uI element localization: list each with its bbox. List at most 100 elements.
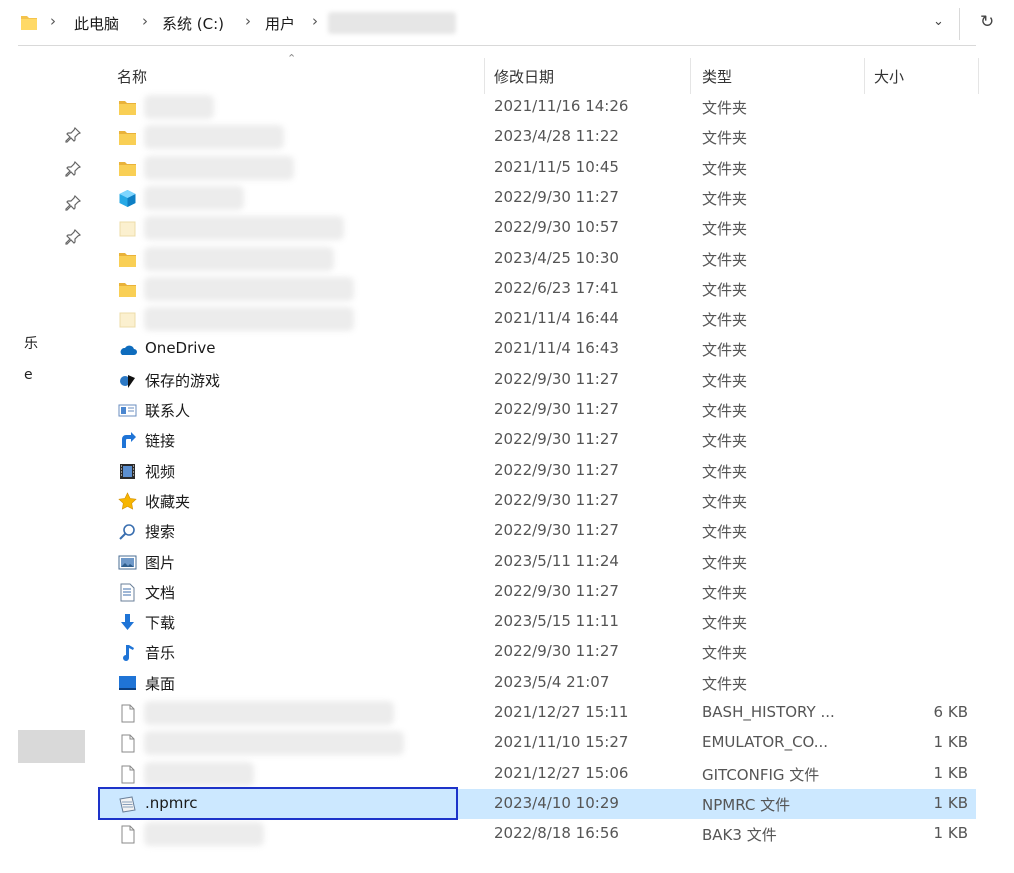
file-modified-date: 2023/4/28 11:22	[494, 127, 619, 146]
folder-icon	[118, 280, 137, 299]
file-type: 文件夹	[702, 189, 748, 208]
3d-objects-icon	[118, 189, 137, 208]
file-name[interactable]: 图片	[145, 552, 175, 573]
file-modified-date: 2023/5/11 11:24	[494, 551, 619, 570]
redacted-name	[144, 246, 334, 271]
file-modified-date: 2021/11/16 14:26	[494, 97, 629, 115]
file-row[interactable]: 2021/11/4 16:44 文件夹	[98, 304, 976, 334]
file-row[interactable]: 文档 2022/9/30 11:27 文件夹	[98, 577, 976, 607]
file-type: 文件夹	[702, 674, 748, 693]
breadcrumb-separator: ›	[50, 12, 56, 30]
redacted-name	[144, 185, 244, 210]
file-name[interactable]: 保存的游戏	[145, 370, 220, 391]
pin-icon	[65, 126, 82, 143]
redacted-name	[144, 822, 264, 847]
file-type: EMULATOR_CO...	[702, 733, 829, 752]
file-row[interactable]: 桌面 2023/5/4 21:07 文件夹	[98, 668, 976, 698]
file-name[interactable]: 文档	[145, 582, 175, 603]
column-header-type[interactable]: 类型	[702, 66, 732, 87]
file-row[interactable]: 搜索 2022/9/30 11:27 文件夹	[98, 516, 976, 546]
file-row[interactable]: 音乐 2022/9/30 11:27 文件夹	[98, 637, 976, 667]
file-modified-date: 2022/9/30 11:27	[494, 490, 619, 509]
folder-icon	[118, 128, 137, 147]
file-modified-date: 2022/9/30 11:27	[494, 642, 619, 661]
file-type: 文件夹	[702, 220, 748, 239]
file-type: 文件夹	[702, 614, 748, 633]
column-divider[interactable]	[690, 58, 691, 94]
folder-icon	[118, 159, 137, 178]
file-icon	[118, 825, 137, 844]
nav-selected-item[interactable]	[18, 730, 85, 763]
redacted-name	[144, 731, 404, 756]
file-row[interactable]: 下载 2023/5/15 11:11 文件夹	[98, 607, 976, 637]
file-name[interactable]: 音乐	[145, 642, 175, 663]
focus-rectangle	[98, 787, 458, 820]
file-row[interactable]: 2023/4/28 11:22 文件夹	[98, 122, 976, 152]
column-divider[interactable]	[484, 58, 485, 94]
file-modified-date: 2022/9/30 11:27	[494, 460, 619, 479]
file-type: 文件夹	[702, 311, 748, 330]
file-row[interactable]: 2022/8/18 16:56 BAK3 文件 1 KB	[98, 819, 976, 849]
folder-icon	[21, 16, 37, 30]
music-icon	[118, 643, 137, 662]
file-row[interactable]: 2021/11/16 14:26 文件夹	[98, 92, 976, 122]
file-row[interactable]: 保存的游戏 2022/9/30 11:27 文件夹	[98, 365, 976, 395]
column-divider[interactable]	[978, 58, 979, 94]
file-icon	[118, 765, 137, 784]
file-modified-date: 2023/5/15 11:11	[494, 612, 619, 631]
onedrive-icon	[118, 340, 137, 359]
file-row[interactable]: 2023/4/25 10:30 文件夹	[98, 244, 976, 274]
redacted-name	[144, 125, 284, 150]
file-row[interactable]: 收藏夹 2022/9/30 11:27 文件夹	[98, 486, 976, 516]
file-name[interactable]: 下载	[145, 612, 175, 633]
file-size: 1 KB	[933, 824, 968, 843]
sort-ascending-icon: ⌃	[287, 52, 297, 65]
file-name[interactable]: 联系人	[145, 400, 190, 421]
breadcrumb-system-c[interactable]: 系统 (C:)	[162, 13, 224, 34]
file-row[interactable]: 图片 2023/5/11 11:24 文件夹	[98, 547, 976, 577]
file-size: 1 KB	[933, 793, 968, 812]
file-modified-date: 2022/6/23 17:41	[494, 278, 619, 297]
chevron-down-icon[interactable]: ⌄	[933, 14, 944, 29]
file-row[interactable]: 链接 2022/9/30 11:27 文件夹	[98, 425, 976, 455]
file-name[interactable]: 链接	[145, 430, 175, 451]
file-name[interactable]: 视频	[145, 461, 175, 482]
breadcrumb-redacted-user[interactable]	[328, 12, 456, 34]
address-bar[interactable]: › 此电脑 › 系统 (C:) › 用户 › ⌄ ↻	[0, 0, 1014, 48]
file-row[interactable]: 2022/6/23 17:41 文件夹	[98, 274, 976, 304]
nav-fragment[interactable]: 乐	[24, 333, 38, 353]
column-divider[interactable]	[864, 58, 865, 94]
nav-fragment[interactable]: e	[24, 367, 33, 383]
file-name[interactable]: 搜索	[145, 521, 175, 542]
file-modified-date: 2021/11/4 16:44	[494, 309, 619, 328]
file-modified-date: 2022/9/30 11:27	[494, 400, 619, 418]
file-type: 文件夹	[702, 492, 748, 511]
desktop-icon	[118, 674, 137, 693]
file-type: 文件夹	[702, 462, 748, 481]
file-modified-date: 2021/11/4 16:43	[494, 339, 619, 358]
column-header-modified[interactable]: 修改日期	[494, 66, 554, 87]
column-header-size[interactable]: 大小	[874, 66, 904, 87]
redacted-name	[144, 276, 354, 301]
file-row[interactable]: 2022/9/30 10:57 文件夹	[98, 213, 976, 243]
file-type: 文件夹	[702, 432, 748, 451]
file-row[interactable]: 2021/12/27 15:11 BASH_HISTORY ... 6 KB	[98, 698, 976, 728]
file-size: 6 KB	[933, 703, 968, 721]
file-row[interactable]: 2021/12/27 15:06 GITCONFIG 文件 1 KB	[98, 759, 976, 789]
file-row[interactable]: 2022/9/30 11:27 文件夹	[98, 183, 976, 213]
file-row[interactable]: 视频 2022/9/30 11:27 文件夹	[98, 456, 976, 486]
file-name[interactable]: OneDrive	[145, 339, 216, 357]
file-name[interactable]: 桌面	[145, 673, 175, 694]
file-row[interactable]: 联系人 2022/9/30 11:27 文件夹	[98, 395, 976, 425]
file-row[interactable]: 2021/11/5 10:45 文件夹	[98, 153, 976, 183]
file-name[interactable]: 收藏夹	[145, 491, 190, 512]
refresh-icon[interactable]: ↻	[980, 12, 994, 32]
file-row[interactable]: OneDrive 2021/11/4 16:43 文件夹	[98, 334, 976, 364]
column-header-name[interactable]: 名称	[117, 66, 147, 87]
file-modified-date: 2021/11/5 10:45	[494, 157, 619, 176]
breadcrumb-users[interactable]: 用户	[265, 13, 295, 34]
file-type: 文件夹	[702, 99, 748, 117]
breadcrumb-separator: ›	[142, 12, 148, 30]
file-row[interactable]: 2021/11/10 15:27 EMULATOR_CO... 1 KB	[98, 728, 976, 758]
breadcrumb-this-pc[interactable]: 此电脑	[74, 13, 119, 34]
